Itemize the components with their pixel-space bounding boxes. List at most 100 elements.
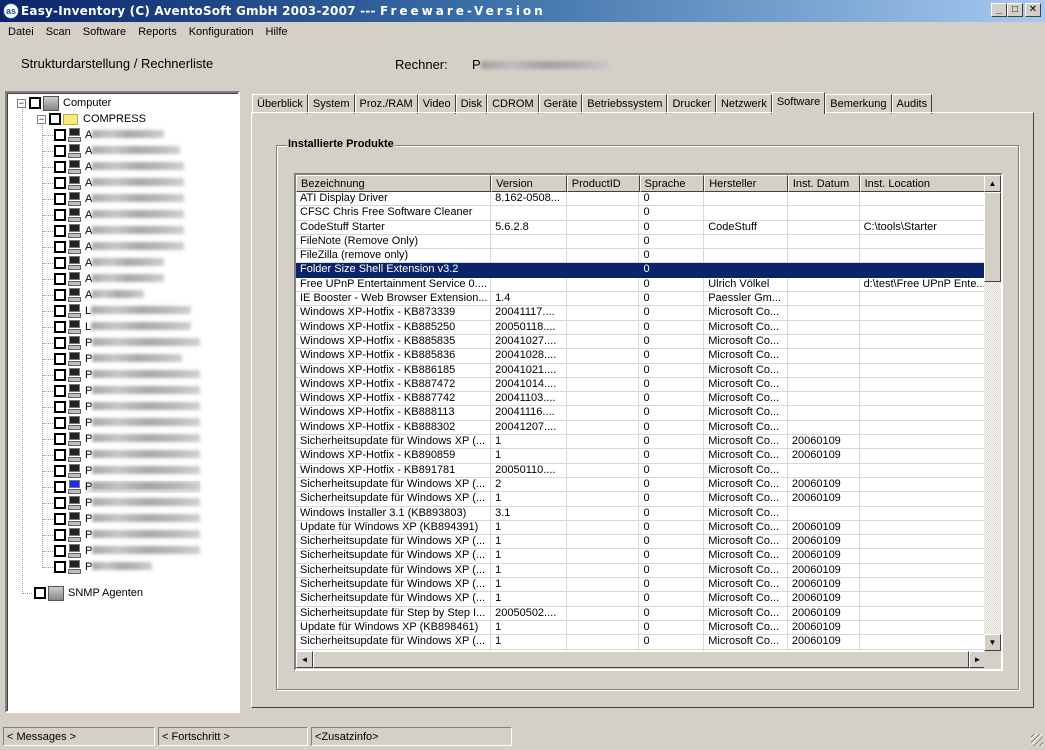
column-header[interactable]: Bezeichnung [296, 175, 492, 192]
tab-disk[interactable]: Disk [455, 94, 488, 114]
table-row[interactable]: Sicherheitsupdate für Windows XP (...1 0M… [296, 535, 986, 550]
checkbox[interactable] [54, 129, 66, 141]
tree-node-computer-item[interactable]: P [54, 431, 201, 447]
checkbox[interactable] [54, 241, 66, 253]
checkbox[interactable] [49, 113, 61, 125]
menu-software[interactable]: Software [77, 26, 132, 38]
hscroll-thumb[interactable] [313, 651, 969, 668]
maximize-button[interactable]: □ [1007, 3, 1023, 17]
table-row[interactable]: Windows XP-Hotfix - KB885836 20041028....… [296, 349, 986, 364]
menu-hilfe[interactable]: Hilfe [260, 26, 294, 38]
table-row[interactable]: Windows XP-Hotfix - KB886185 20041021....… [296, 363, 986, 378]
tree-node-computer-item[interactable]: P [54, 479, 201, 495]
scroll-down-button[interactable]: ▼ [984, 634, 1001, 651]
checkbox[interactable] [54, 177, 66, 189]
table-row[interactable]: FileZilla (remove only) 0 [296, 249, 986, 264]
tree-node-computer-item[interactable]: P [54, 543, 201, 559]
checkbox[interactable] [54, 305, 66, 317]
table-row[interactable]: Sicherheitsupdate für Windows XP (...1 0M… [296, 592, 986, 607]
horizontal-scrollbar[interactable]: ◄ ► [296, 651, 986, 669]
checkbox[interactable] [54, 561, 66, 573]
tree-node-computer-item[interactable]: A [54, 207, 185, 223]
tab-audits[interactable]: Audits [891, 94, 933, 114]
close-button[interactable]: ✕ [1025, 3, 1041, 17]
menu-scan[interactable]: Scan [40, 26, 77, 38]
tree-node-computer-item[interactable]: P [54, 367, 201, 383]
tree-node-computer-item[interactable]: P [54, 527, 201, 543]
column-header[interactable]: Inst. Location [859, 175, 986, 192]
tree-node-computer-item[interactable]: A [54, 175, 185, 191]
checkbox[interactable] [54, 193, 66, 205]
table-row[interactable]: Windows XP-Hotfix - KB873339 20041117....… [296, 306, 986, 321]
table-row[interactable]: CodeStuff Starter 5.6.2.8 0 CodeStuff C:\too… [296, 220, 986, 235]
tree-node-computer-item[interactable]: A [54, 127, 165, 143]
checkbox[interactable] [54, 385, 66, 397]
tree-node-computer-item[interactable]: P [54, 495, 201, 511]
checkbox[interactable] [54, 497, 66, 509]
tree-node-computer-item[interactable]: A [54, 239, 185, 255]
table-row[interactable]: Sicherheitsupdate für Windows XP (...1 0M… [296, 435, 986, 450]
tree-node-computer-item[interactable]: A [54, 143, 181, 159]
table-row[interactable]: Windows XP-Hotfix - KB891781 20050110....… [296, 463, 986, 478]
checkbox[interactable] [54, 545, 66, 557]
table-row[interactable]: Sicherheitsupdate für Windows XP (...1 0M… [296, 549, 986, 564]
tree-node-computer-item[interactable]: P [54, 415, 201, 431]
tab-system[interactable]: System [307, 94, 355, 114]
resize-grip-icon[interactable] [1031, 734, 1043, 746]
checkbox[interactable] [54, 369, 66, 381]
checkbox[interactable] [54, 337, 66, 349]
table-row[interactable]: Free UPnP Entertainment Service 0.... 0 Ul… [296, 277, 986, 293]
table-row[interactable]: Update für Windows XP (KB898461) 1 0 Micros… [296, 620, 986, 636]
tree-node-computer-item[interactable]: A [54, 159, 185, 175]
collapse-icon[interactable]: − [37, 114, 46, 124]
tab-drucker[interactable]: Drucker [667, 94, 716, 114]
tree-node-computer-item[interactable]: P [54, 447, 201, 463]
tab-proz-ram[interactable]: Proz./RAM [354, 94, 418, 114]
table-row[interactable]: Windows XP-Hotfix - KB885835 20041027....… [296, 334, 986, 350]
table-row[interactable]: CFSC Chris Free Software Cleaner 0 [296, 206, 986, 221]
tree-node-computer-item[interactable]: A [54, 223, 185, 239]
minimize-button[interactable]: _ [991, 3, 1007, 17]
tree-node-compress[interactable]: − COMPRESS [37, 111, 146, 127]
table-row[interactable]: Update für Windows XP (KB894391) 1 0 Micros… [296, 520, 986, 536]
computer-tree[interactable]: − Computer − COMPRESS AAAAAAAAAAALLPPPPP… [5, 91, 240, 713]
checkbox[interactable] [54, 209, 66, 221]
tree-node-computer-item[interactable]: A [54, 287, 145, 303]
tab-überblick[interactable]: Überblick [252, 94, 308, 114]
tree-node-computer-item[interactable]: L [54, 319, 192, 335]
checkbox[interactable] [54, 529, 66, 541]
column-header[interactable]: Hersteller [704, 175, 788, 192]
tab-software[interactable]: Software [771, 92, 826, 114]
table-row[interactable]: Sicherheitsupdate für Step by Step I... 2… [296, 606, 986, 621]
checkbox[interactable] [54, 481, 66, 493]
checkbox[interactable] [54, 145, 66, 157]
table-row[interactable]: Sicherheitsupdate für Windows XP (...1 0M… [296, 563, 986, 579]
table-row[interactable]: ATI Display Driver 8.162-0508... 0 [296, 192, 986, 207]
menu-datei[interactable]: Datei [2, 26, 40, 38]
checkbox[interactable] [54, 465, 66, 477]
column-header[interactable]: Inst. Datum [787, 175, 860, 192]
products-grid[interactable]: Bezeichnung Version ProductID Sprache Herste… [294, 173, 1003, 671]
scroll-thumb[interactable] [984, 192, 1001, 282]
table-row[interactable]: Sicherheitsupdate für Windows XP (... 2 0 M… [296, 477, 986, 493]
table-row[interactable]: Windows XP-Hotfix - KB888113 20041116....… [296, 406, 986, 421]
checkbox[interactable] [54, 433, 66, 445]
table-row[interactable]: Windows XP-Hotfix - KB887472 20041014....… [296, 377, 986, 393]
checkbox[interactable] [29, 97, 41, 109]
checkbox[interactable] [54, 257, 66, 269]
table-row[interactable]: IE Booster - Web Browser Extension... 1.4… [296, 292, 986, 307]
table-row[interactable]: Folder Size Shell Extension v3.2 0 [296, 263, 986, 278]
table-row[interactable]: Windows Installer 3.1 (KB893803) 3.1 0 Micr… [296, 506, 986, 521]
table-row[interactable]: FileNote (Remove Only) 0 [296, 234, 986, 250]
checkbox[interactable] [54, 353, 66, 365]
tree-node-snmp[interactable]: SNMP Agenten [34, 585, 143, 601]
checkbox[interactable] [54, 161, 66, 173]
checkbox[interactable] [54, 289, 66, 301]
checkbox[interactable] [54, 513, 66, 525]
table-row[interactable]: Sicherheitsupdate für Windows XP (...1 0M… [296, 492, 986, 507]
table-row[interactable]: Windows XP-Hotfix - KB890859 1 0 Microsoft … [296, 449, 986, 464]
tree-node-computer-item[interactable]: P [54, 383, 201, 399]
tree-node-computer-item[interactable]: P [54, 335, 201, 351]
tree-node-computer-item[interactable]: A [54, 271, 165, 287]
tree-node-computer-item[interactable]: P [54, 511, 201, 527]
